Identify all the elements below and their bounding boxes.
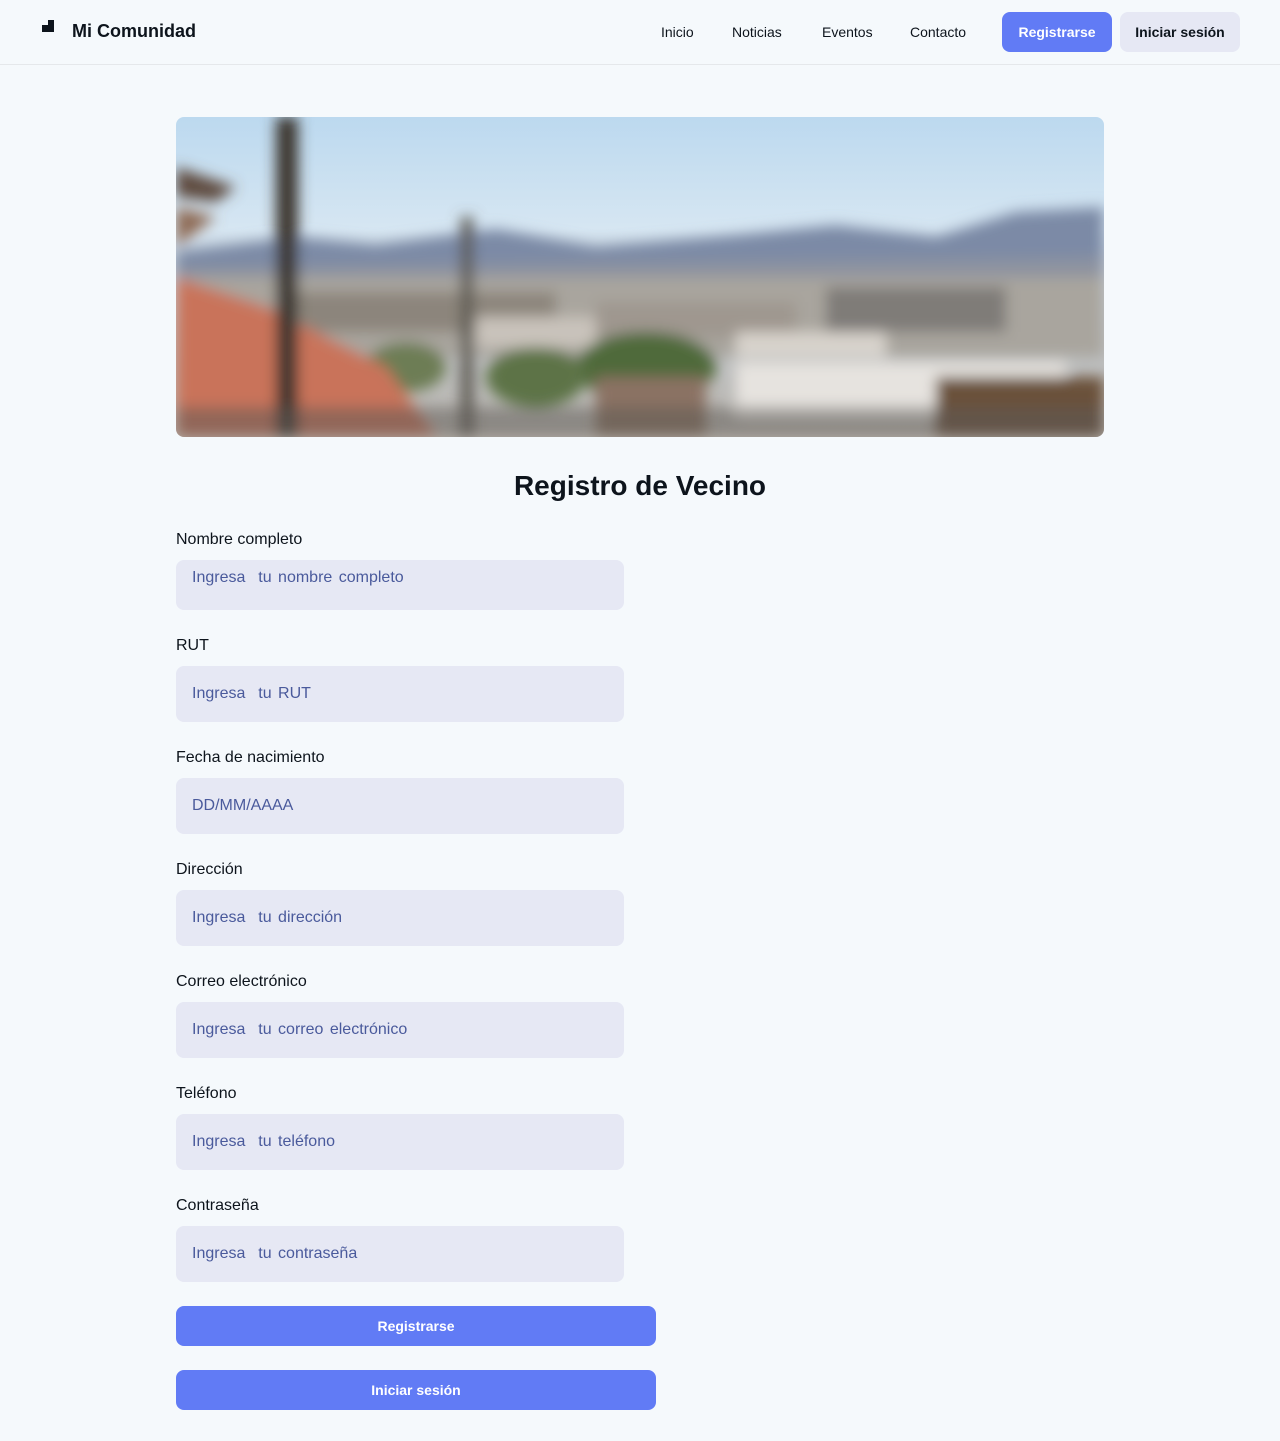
telefono-label: Teléfono [176,1085,237,1102]
logo[interactable] [40,20,56,36]
correo-input[interactable] [176,1002,624,1058]
nombre-input[interactable] [176,560,624,610]
direccion-label: Dirección [176,861,243,878]
rut-label: RUT [176,637,209,654]
rut-input[interactable] [176,666,624,722]
top-navbar: Mi Comunidad Inicio Noticias Eventos Con… [0,0,1280,65]
community-logo-icon [42,20,54,32]
nav-link-eventos[interactable]: Eventos [822,24,873,40]
hero-image [176,117,1104,437]
nav-link-noticias[interactable]: Noticias [732,24,782,40]
brand-name[interactable]: Mi Comunidad [72,21,196,42]
register-button[interactable]: Registrarse [176,1306,656,1346]
nav-link-contacto[interactable]: Contacto [910,24,966,40]
nav-link-inicio[interactable]: Inicio [661,24,694,40]
contrasena-label: Contraseña [176,1197,259,1214]
fecha-nacimiento-label: Fecha de nacimiento [176,749,325,766]
correo-label: Correo electrónico [176,973,307,990]
telefono-input[interactable] [176,1114,624,1170]
contrasena-input[interactable] [176,1226,624,1282]
nombre-label: Nombre completo [176,531,303,548]
direccion-input[interactable] [176,890,624,946]
login-button[interactable]: Iniciar sesión [176,1370,656,1410]
header-login-button[interactable]: Iniciar sesión [1120,12,1240,52]
header-register-button[interactable]: Registrarse [1002,12,1112,52]
fecha-nacimiento-input[interactable] [176,778,624,834]
page-title: Registro de Vecino [513,470,767,501]
